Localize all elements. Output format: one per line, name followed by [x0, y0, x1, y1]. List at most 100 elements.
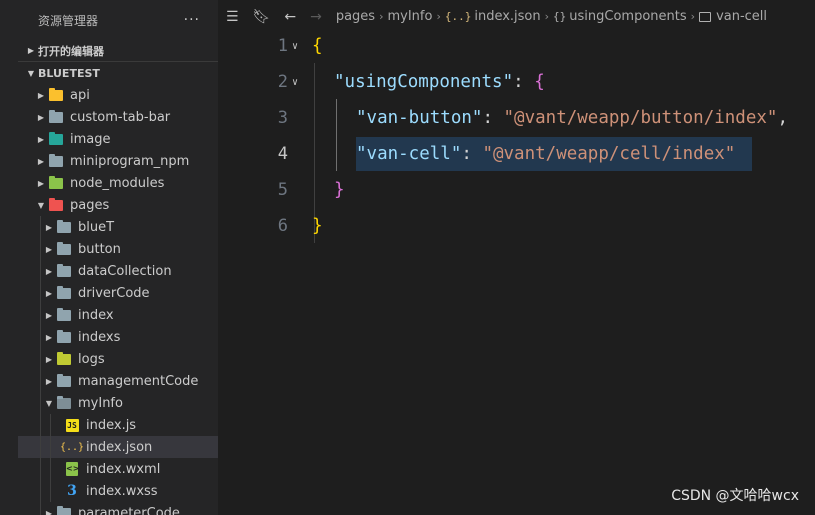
tree-item-index-wxml[interactable]: <> index.wxml: [18, 458, 218, 480]
tree-item-label: index.wxss: [86, 483, 158, 499]
chevron-right-icon: ▶: [37, 178, 45, 188]
tree-item-label: driverCode: [78, 285, 150, 301]
indent-guide: [50, 414, 51, 436]
tree-item-label: index.json: [86, 439, 153, 455]
logs-folder-icon: [56, 351, 72, 367]
tree-item-image[interactable]: ▶ image: [18, 128, 218, 150]
indent-guide: [50, 480, 51, 502]
indent-guide: [40, 414, 41, 436]
editor-area: ☰ 🔖︎ ← → pages › myInfo › {..} index.jso…: [218, 0, 815, 515]
chevron-down-icon: ▼: [37, 200, 45, 210]
json-file-icon: {..}: [59, 441, 85, 453]
tree-item-bluet[interactable]: ▶ blueT: [18, 216, 218, 238]
fold-chevron-icon[interactable]: ∨: [292, 77, 298, 88]
api-folder-icon: [48, 87, 64, 103]
line-number: 2: [277, 72, 288, 92]
tree-item-node-modules[interactable]: ▶ node_modules: [18, 172, 218, 194]
chevron-right-icon: ▶: [45, 288, 53, 298]
folder-icon: [56, 285, 72, 301]
more-actions-icon[interactable]: ···: [184, 12, 200, 28]
code-line-3: 3 "van-button": "@vant/weapp/button/inde…: [218, 100, 815, 136]
wxss-file-icon: 3: [67, 483, 77, 499]
tree-item-datacollection[interactable]: ▶ dataCollection: [18, 260, 218, 282]
indent-guide: [40, 304, 41, 326]
tree-item-index-js[interactable]: JS index.js: [18, 414, 218, 436]
explorer-header: 资源管理器 ···: [18, 0, 218, 40]
code-line-2: 2 ∨ "usingComponents": {: [218, 64, 815, 100]
tree-item-label: myInfo: [78, 395, 123, 411]
tree-item-index-json[interactable]: {..} index.json: [18, 436, 218, 458]
project-section[interactable]: ▼ BLUETEST: [18, 62, 218, 84]
image-folder-icon: [48, 131, 64, 147]
folder-open-icon: [56, 395, 72, 411]
tree-item-label: pages: [70, 197, 110, 213]
tree-item-pages[interactable]: ▼ pages: [18, 194, 218, 216]
tree-item-api[interactable]: ▶ api: [18, 84, 218, 106]
chevron-right-icon: ▶: [45, 222, 53, 232]
node-folder-icon: [48, 175, 64, 191]
line-number: 1: [277, 36, 288, 56]
chevron-right-icon: ›: [544, 10, 550, 23]
folder-icon: [56, 219, 72, 235]
breadcrumb-myinfo[interactable]: myInfo: [387, 9, 432, 24]
forward-arrow-icon[interactable]: →: [310, 9, 322, 25]
tree-item-myinfo[interactable]: ▼ myInfo: [18, 392, 218, 414]
tree-item-label: managementCode: [78, 373, 199, 389]
chevron-right-icon: ▶: [45, 244, 53, 254]
tree-item-label: miniprogram_npm: [70, 153, 190, 169]
json-key: "van-button": [356, 108, 483, 128]
tree-item-managementcode[interactable]: ▶ managementCode: [18, 370, 218, 392]
indent-guide: [40, 216, 41, 238]
chevron-right-icon: ›: [690, 10, 696, 23]
close-brace: }: [334, 180, 345, 200]
indent-guide: [50, 458, 51, 480]
colon: :: [461, 144, 483, 164]
chevron-down-icon: ▼: [45, 398, 53, 408]
breadcrumb-pages[interactable]: pages: [336, 9, 375, 24]
bookmark-icon[interactable]: 🔖︎: [253, 9, 271, 25]
tree-item-label: index.wxml: [86, 461, 161, 477]
tree-item-parametercode[interactable]: ▶ parameterCode: [18, 502, 218, 515]
back-arrow-icon[interactable]: ←: [284, 9, 296, 25]
tree-item-index[interactable]: ▶ index: [18, 304, 218, 326]
indent-guide: [40, 480, 41, 502]
tree-item-label: api: [70, 87, 90, 103]
wxml-file-icon: <>: [64, 461, 80, 477]
tree-item-label: custom-tab-bar: [70, 109, 171, 125]
tree-item-miniprogram-npm[interactable]: ▶ miniprogram_npm: [18, 150, 218, 172]
explorer-title: 资源管理器: [38, 13, 99, 28]
tree-item-custom-tab-bar[interactable]: ▶ custom-tab-bar: [18, 106, 218, 128]
indent-guide: [40, 238, 41, 260]
string-symbol-icon: [699, 11, 712, 22]
js-file-icon: JS: [65, 418, 79, 432]
indent-guide: [40, 326, 41, 348]
breadcrumb-file[interactable]: index.json: [474, 9, 540, 24]
list-icon[interactable]: ☰: [226, 9, 239, 25]
tree-item-drivercode[interactable]: ▶ driverCode: [18, 282, 218, 304]
braces-icon: {}: [553, 10, 567, 23]
chevron-down-icon: ▼: [27, 68, 35, 78]
chevron-right-icon: ▶: [45, 376, 53, 386]
indent-guide: [40, 436, 41, 458]
code-editor[interactable]: 1 ∨ { 2 ∨ "usingComponents": { 3 "van-bu…: [218, 33, 815, 515]
tree-item-indexs[interactable]: ▶ indexs: [18, 326, 218, 348]
tree-item-index-wxss[interactable]: 3 index.wxss: [18, 480, 218, 502]
indent-guide: [50, 436, 51, 458]
tree-item-label: indexs: [78, 329, 121, 345]
tree-item-logs[interactable]: ▶ logs: [18, 348, 218, 370]
indent-guide: [40, 392, 41, 414]
json-string: "@vant/weapp/cell/index": [482, 144, 736, 164]
tree-item-label: index: [78, 307, 114, 323]
code-text: "usingComponents": {: [334, 72, 545, 92]
fold-chevron-icon[interactable]: ∨: [292, 41, 298, 52]
open-editors-section[interactable]: ▶ 打开的编辑器: [18, 40, 218, 62]
code-text: "van-button": "@vant/weapp/button/index"…: [356, 108, 788, 128]
chevron-right-icon: ▶: [27, 46, 35, 55]
line-number: 6: [277, 216, 288, 236]
explorer-sidebar: 资源管理器 ··· ▶ 打开的编辑器 ▼ BLUETEST ▶ api ▶ cu…: [18, 0, 218, 515]
chevron-right-icon: ▶: [37, 112, 45, 122]
chevron-right-icon: ▶: [45, 354, 53, 364]
breadcrumb-van-cell[interactable]: van-cell: [716, 9, 767, 24]
tree-item-button[interactable]: ▶ button: [18, 238, 218, 260]
breadcrumb-usingcomponents[interactable]: usingComponents: [569, 9, 686, 24]
